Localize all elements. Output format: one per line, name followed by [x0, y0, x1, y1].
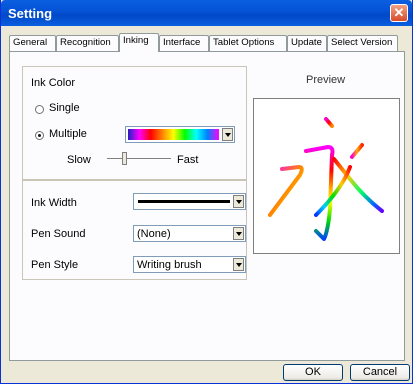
settings-dialog: Setting ✕ General Recognition Inking Int…: [0, 0, 413, 384]
slider-fast-label: Fast: [177, 154, 199, 166]
tab-interface[interactable]: Interface: [159, 35, 209, 51]
tab-tablet-options[interactable]: Tablet Options: [209, 35, 287, 51]
chevron-down-icon[interactable]: [222, 128, 233, 141]
window-title: Setting: [8, 6, 53, 21]
preview-label: Preview: [306, 74, 346, 86]
ink-preview-drawing: [268, 117, 384, 241]
rainbow-swatch: [128, 129, 219, 140]
ink-width-label: Ink Width: [31, 197, 77, 209]
pen-style-value: Writing brush: [137, 259, 202, 271]
cancel-button[interactable]: Cancel: [350, 364, 410, 381]
line-sample: [138, 200, 230, 203]
title-bar[interactable]: Setting ✕: [1, 0, 412, 26]
tab-inking[interactable]: Inking: [119, 33, 159, 52]
ink-color-label: Ink Color: [31, 77, 76, 89]
chevron-down-icon[interactable]: [233, 195, 244, 208]
slider-track: [107, 158, 171, 159]
tab-recognition[interactable]: Recognition: [56, 35, 119, 51]
chevron-down-icon[interactable]: [233, 227, 244, 240]
ink-color-select[interactable]: [125, 126, 235, 143]
ink-color-group: Ink Color Single Multiple Slow Fast: [22, 66, 247, 180]
pen-style-select[interactable]: Writing brush: [133, 256, 246, 273]
tab-general[interactable]: General: [9, 35, 56, 51]
pen-sound-label: Pen Sound: [31, 228, 86, 240]
slider-thumb[interactable]: [122, 152, 127, 165]
pen-sound-select[interactable]: (None): [133, 225, 246, 242]
chevron-down-icon[interactable]: [233, 258, 244, 271]
single-radio-label[interactable]: Single: [49, 102, 80, 114]
tab-update[interactable]: Update: [287, 35, 327, 51]
tab-select-version[interactable]: Select Version: [327, 35, 398, 51]
pen-style-label: Pen Style: [31, 259, 79, 271]
multiple-radio-label[interactable]: Multiple: [49, 128, 87, 140]
ink-width-select[interactable]: [133, 193, 246, 210]
pen-sound-value: (None): [137, 228, 171, 240]
preview-canvas: [253, 98, 400, 254]
slider-slow-label: Slow: [67, 154, 91, 166]
single-radio[interactable]: [35, 105, 44, 114]
close-icon: ✕: [393, 5, 405, 20]
ok-button[interactable]: OK: [283, 364, 343, 381]
multiple-radio[interactable]: [35, 131, 44, 140]
speed-slider[interactable]: [107, 152, 171, 166]
close-button[interactable]: ✕: [390, 4, 408, 22]
pen-settings-group: Ink Width Pen Sound (None) Pen Style Wri…: [22, 180, 247, 280]
inking-panel: Ink Color Single Multiple Slow Fast Ink …: [9, 51, 405, 361]
